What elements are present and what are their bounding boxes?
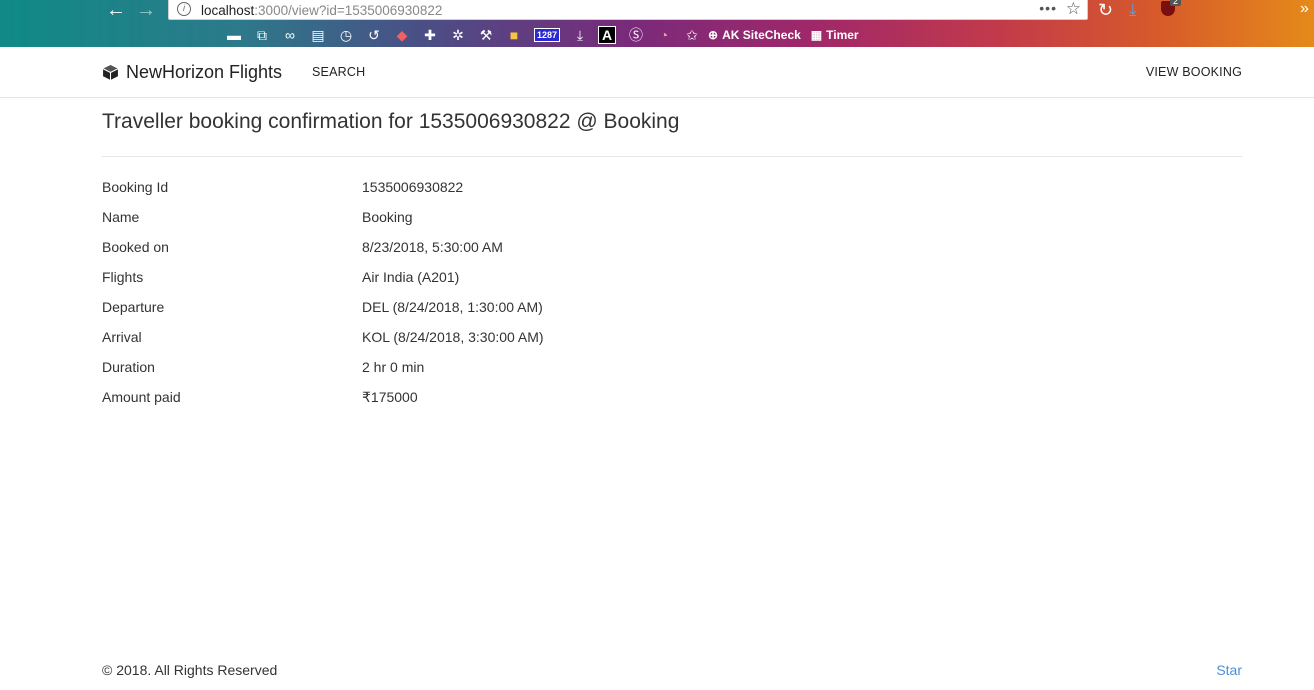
address-bar[interactable]: i localhost:3000/view?id=1535006930822 •… bbox=[168, 0, 1088, 20]
detail-value: Air India (A201) bbox=[362, 269, 460, 285]
detail-label: Booking Id bbox=[102, 179, 169, 195]
back-arrow-icon[interactable]: ← bbox=[104, 0, 128, 20]
url-text[interactable]: localhost:3000/view?id=1535006930822 bbox=[201, 3, 442, 18]
timer-label: Timer bbox=[826, 28, 859, 42]
detail-value: ₹175000 bbox=[362, 389, 418, 405]
url-path: :3000/view?id=1535006930822 bbox=[254, 3, 443, 18]
window-add-icon[interactable]: ⧉ bbox=[250, 25, 274, 45]
sitecheck-bookmark[interactable]: ⊕ AK SiteCheck bbox=[708, 28, 801, 42]
page-actions-icon[interactable]: ••• bbox=[1039, 0, 1057, 16]
star-link[interactable]: Star bbox=[1216, 662, 1242, 678]
mask-icon[interactable]: ∞ bbox=[278, 25, 302, 45]
brand-link[interactable]: NewHorizon Flights bbox=[102, 62, 282, 83]
app-navbar: NewHorizon Flights SEARCH VIEW BOOKING bbox=[0, 47, 1314, 98]
detail-value: 2 hr 0 min bbox=[362, 359, 425, 375]
hat-icon[interactable]: ▬ bbox=[222, 25, 246, 45]
timer-bookmark[interactable]: ▦ Timer bbox=[811, 28, 859, 42]
bookmark-star-icon[interactable]: ☆ bbox=[1066, 0, 1081, 19]
download-arrow-icon[interactable]: ⤓ bbox=[568, 25, 592, 45]
eraser-icon[interactable]: ◆ bbox=[390, 25, 414, 45]
rss-icon[interactable]: ◔ bbox=[652, 25, 676, 45]
detail-value: DEL (8/24/2018, 1:30:00 AM) bbox=[362, 299, 543, 315]
toolbar-overflow-icon[interactable]: » bbox=[1300, 0, 1309, 18]
download-icon[interactable]: ⤓ bbox=[1129, 0, 1137, 20]
detail-row-booked-on: Booked on 8/23/2018, 5:30:00 AM bbox=[102, 232, 802, 262]
detail-label: Amount paid bbox=[102, 389, 181, 405]
site-info-icon[interactable]: i bbox=[177, 2, 191, 16]
reload-icon[interactable]: ↻ bbox=[1098, 0, 1113, 21]
detail-label: Booked on bbox=[102, 239, 169, 255]
ublock-count-badge: 2 bbox=[1170, 0, 1182, 6]
forward-arrow-icon[interactable]: → bbox=[134, 0, 158, 20]
lightbulb-icon[interactable]: ■ bbox=[502, 25, 526, 45]
detail-value: Booking bbox=[362, 209, 413, 225]
copyright-text: © 2018. All Rights Reserved bbox=[102, 662, 278, 678]
s-circle-icon[interactable]: Ⓢ bbox=[624, 25, 648, 45]
nav-view-booking-link[interactable]: VIEW BOOKING bbox=[1146, 65, 1242, 79]
gear-icon[interactable]: ✲ bbox=[446, 25, 470, 45]
count-badge[interactable]: 1287 bbox=[534, 28, 561, 42]
cube-icon bbox=[102, 65, 119, 80]
detail-row-amount-paid: Amount paid ₹175000 bbox=[102, 382, 802, 412]
star-outline-icon[interactable]: ✩ bbox=[680, 25, 704, 45]
browser-chrome: ← → i localhost:3000/view?id=15350069308… bbox=[0, 0, 1314, 47]
detail-row-name: Name Booking bbox=[102, 202, 802, 232]
divider bbox=[102, 156, 1242, 157]
detail-row-flights: Flights Air India (A201) bbox=[102, 262, 802, 292]
detail-value: 8/23/2018, 5:30:00 AM bbox=[362, 239, 503, 255]
detail-row-departure: Departure DEL (8/24/2018, 1:30:00 AM) bbox=[102, 292, 802, 322]
page-title: Traveller booking confirmation for 15350… bbox=[102, 110, 680, 133]
detail-row-booking-id: Booking Id 1535006930822 bbox=[102, 172, 802, 202]
puzzle-icon[interactable]: ✚ bbox=[418, 25, 442, 45]
sitecheck-label: AK SiteCheck bbox=[722, 28, 801, 42]
nav-search-link[interactable]: SEARCH bbox=[312, 65, 365, 79]
clock-icon[interactable]: ◷ bbox=[334, 25, 358, 45]
wrench-icon[interactable]: ⚒ bbox=[474, 25, 498, 45]
detail-label: Flights bbox=[102, 269, 144, 285]
booking-details: Booking Id 1535006930822 Name Booking Bo… bbox=[102, 172, 802, 412]
detail-label: Duration bbox=[102, 359, 155, 375]
url-host: localhost bbox=[201, 3, 255, 18]
detail-label: Arrival bbox=[102, 329, 142, 345]
detail-row-arrival: Arrival KOL (8/24/2018, 3:30:00 AM) bbox=[102, 322, 802, 352]
detail-row-duration: Duration 2 hr 0 min bbox=[102, 352, 802, 382]
history-icon[interactable]: ↺ bbox=[362, 25, 386, 45]
brand-name: NewHorizon Flights bbox=[126, 62, 283, 82]
folder-icon[interactable]: ▤ bbox=[306, 25, 330, 45]
detail-label: Name bbox=[102, 209, 140, 225]
detail-value: 1535006930822 bbox=[362, 179, 464, 195]
detail-value: KOL (8/24/2018, 3:30:00 AM) bbox=[362, 329, 544, 345]
bookmarks-toolbar: ▬ ⧉ ∞ ▤ ◷ ↺ ◆ ✚ ✲ ⚒ ■ 1287 ⤓ A Ⓢ ◔ ✩ ⊕ AK… bbox=[222, 25, 869, 45]
timer-icon: ▦ bbox=[810, 28, 823, 42]
a-extension-icon[interactable]: A bbox=[598, 26, 617, 44]
globe-icon: ⊕ bbox=[708, 28, 719, 42]
detail-label: Departure bbox=[102, 299, 165, 315]
